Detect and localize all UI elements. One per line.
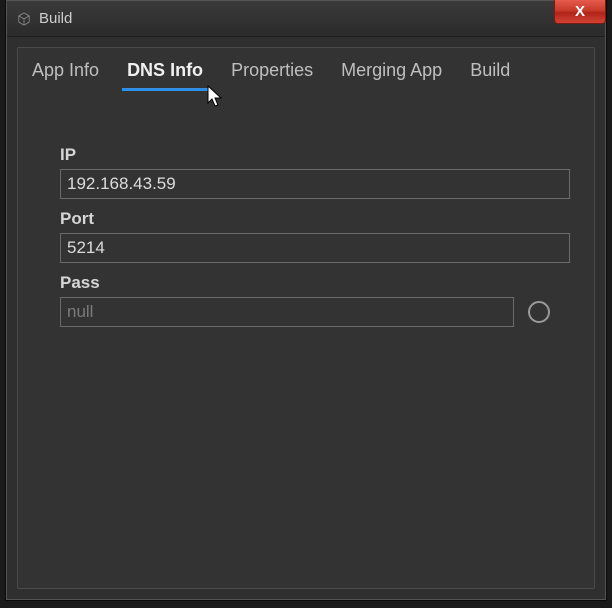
tab-label: DNS Info [127, 60, 203, 80]
tab-properties[interactable]: Properties [229, 58, 315, 89]
pass-row [60, 297, 552, 327]
titlebar[interactable]: Build X [7, 1, 605, 37]
pass-label: Pass [60, 273, 552, 293]
tab-label: Properties [231, 60, 313, 80]
pass-row-container: Pass [60, 273, 552, 327]
pass-input[interactable] [60, 297, 514, 327]
tab-label: Build [470, 60, 510, 80]
tab-bar: App Info DNS Info Properties Merging App… [18, 48, 594, 89]
tab-label: Merging App [341, 60, 442, 80]
content-panel: App Info DNS Info Properties Merging App… [17, 47, 595, 589]
ip-label: IP [60, 145, 552, 165]
dns-info-form: IP Port Pass [18, 89, 594, 327]
port-input[interactable] [60, 233, 570, 263]
tab-app-info[interactable]: App Info [30, 58, 101, 89]
window-title: Build [39, 10, 72, 27]
pass-action-button[interactable] [528, 301, 550, 323]
close-button[interactable]: X [554, 0, 606, 24]
tab-label: App Info [32, 60, 99, 80]
port-row: Port [60, 209, 552, 263]
ip-input[interactable] [60, 169, 570, 199]
tab-build[interactable]: Build [468, 58, 512, 89]
close-icon: X [575, 3, 585, 20]
ip-row: IP [60, 145, 552, 199]
app-icon [17, 12, 31, 26]
port-label: Port [60, 209, 552, 229]
tab-dns-info[interactable]: DNS Info [125, 58, 205, 89]
build-window: Build X App Info DNS Info Properties Mer… [6, 0, 606, 600]
tab-merging-app[interactable]: Merging App [339, 58, 444, 89]
